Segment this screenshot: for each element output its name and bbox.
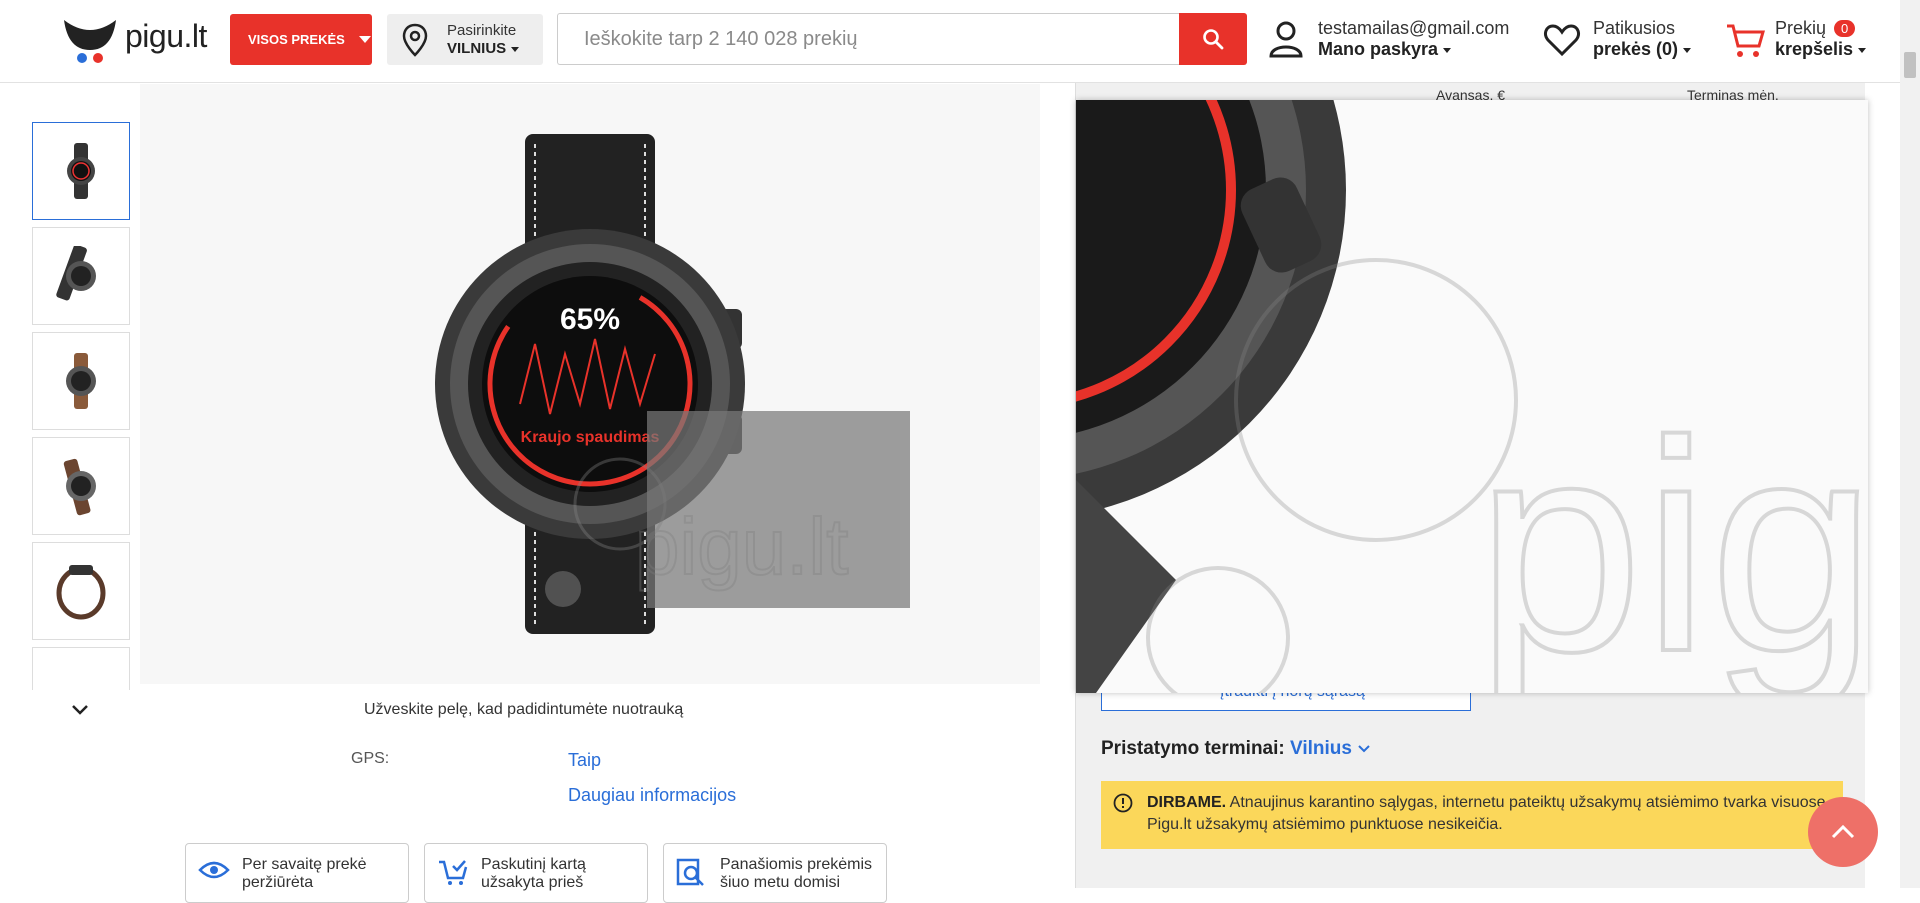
account-label: Mano paskyra	[1318, 39, 1452, 60]
cart-icon	[1727, 24, 1765, 57]
watch-percent: 65%	[560, 303, 620, 336]
zoom-hint: Užveskite pelę, kad padidintumėte nuotra…	[364, 701, 684, 718]
delivery-terms[interactable]: Pristatymo terminai: Vilnius	[1101, 738, 1371, 760]
location-prompt: Pasirinkite	[447, 22, 517, 39]
zoom-watermark-text: pigu.lt	[1476, 378, 1868, 693]
watch-label: Kraujo spaudimas	[521, 429, 660, 446]
search-doc-icon	[676, 858, 704, 886]
thumbnail-5[interactable]	[32, 542, 130, 640]
cart-count-badge: 0	[1834, 20, 1856, 37]
all-products-button[interactable]: VISOS PREKĖS	[230, 14, 372, 65]
cart-check-icon	[439, 860, 468, 885]
search-button[interactable]	[1179, 13, 1247, 65]
eye-icon	[198, 861, 230, 879]
cart-label: Prekių	[1775, 18, 1827, 38]
site-header: pigu.lt VISOS PREKĖS Pasirinkite VILNIUS…	[0, 0, 1920, 83]
watch-thumbnail-icon	[56, 565, 106, 620]
info-notice: DIRBAME. Atnaujinus karantino sąlygas, i…	[1101, 781, 1843, 849]
scrollbar-thumb[interactable]	[1904, 52, 1916, 78]
more-info-link[interactable]: Daugiau informacijos	[568, 785, 736, 806]
stat-card-orders: Paskutinį kartą užsakyta prieš	[424, 843, 648, 903]
thumbnail-1[interactable]	[32, 122, 130, 220]
stat-text: Panašiomis prekėmis šiuo metu domisi	[720, 856, 873, 891]
location-pin-icon	[402, 23, 428, 57]
all-products-label: VISOS PREKĖS	[248, 32, 345, 47]
heart-icon	[1544, 24, 1580, 57]
zoom-lens	[647, 411, 910, 608]
page-scrollbar[interactable]	[1900, 0, 1920, 888]
caret-down-icon	[511, 46, 520, 52]
user-icon	[1269, 21, 1303, 58]
location-selector[interactable]: Pasirinkite VILNIUS	[387, 14, 543, 65]
gps-value: Taip	[568, 750, 602, 770]
account-email: testamailas@gmail.com	[1318, 18, 1510, 38]
info-icon	[1113, 793, 1133, 813]
chevron-up-icon	[1831, 824, 1855, 839]
gps-label: GPS:	[351, 750, 390, 767]
stat-card-views: Per savaitę prekė peržiūrėta	[185, 843, 409, 903]
thumbnail-4[interactable]	[32, 437, 130, 535]
stat-text: Per savaitę prekė peržiūrėta	[242, 856, 367, 891]
scroll-to-top-button[interactable]	[1808, 797, 1878, 867]
stat-card-interest: Panašiomis prekėmis šiuo metu domisi	[663, 843, 887, 903]
favorites-count: prekės (0)	[1593, 39, 1692, 60]
thumbnail-strip	[32, 122, 130, 690]
favorites-label: Patikusios	[1593, 18, 1676, 38]
watch-thumbnail-icon	[67, 143, 95, 199]
caret-down-icon	[1683, 47, 1692, 53]
watch-thumbnail-icon	[66, 353, 96, 409]
logo-text: pigu.lt	[125, 18, 207, 54]
chevron-down-icon	[1358, 745, 1370, 753]
thumbnail-6[interactable]	[32, 647, 130, 690]
cart-title: krepšelis	[1775, 39, 1867, 60]
watch-thumbnail-icon	[63, 458, 96, 516]
chevron-down-icon[interactable]	[70, 703, 90, 717]
zoomed-watch-image: pigu.lt	[1076, 100, 1868, 693]
logo-icon	[64, 20, 116, 63]
thumbnail-2[interactable]	[32, 227, 130, 325]
thumbnail-3[interactable]	[32, 332, 130, 430]
location-city: VILNIUS	[447, 40, 520, 57]
watch-thumbnail-icon	[61, 676, 101, 690]
site-logo[interactable]: pigu.lt	[60, 14, 210, 64]
search-icon	[1203, 29, 1224, 50]
stat-text: Paskutinį kartą užsakyta prieš	[481, 856, 586, 891]
search-input[interactable]	[557, 13, 1179, 65]
watch-thumbnail-icon	[56, 246, 96, 301]
zoom-preview: pigu.lt	[1076, 100, 1868, 693]
caret-down-icon	[1858, 47, 1867, 53]
caret-down-icon	[358, 36, 371, 43]
caret-down-icon	[1443, 47, 1452, 53]
